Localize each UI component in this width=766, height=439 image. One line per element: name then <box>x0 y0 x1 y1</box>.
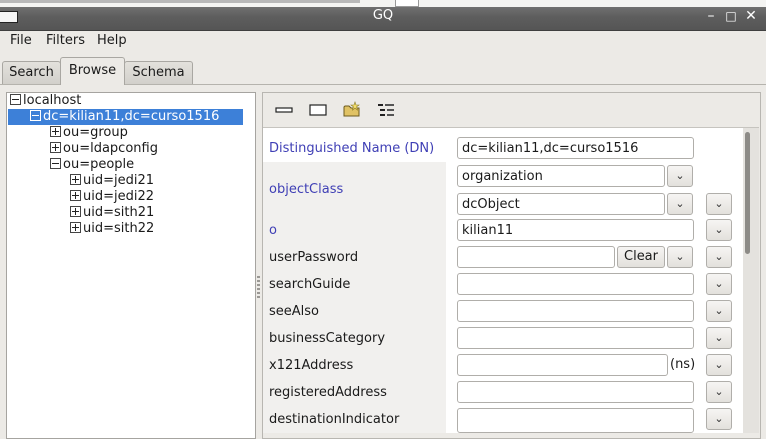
tree-node-ou-people[interactable]: ou=people <box>50 157 134 173</box>
menu-help[interactable]: Help <box>97 31 127 51</box>
userpassword-field[interactable] <box>457 246 615 268</box>
tree-node-uid-jedi22[interactable]: uid=jedi22 <box>70 189 154 205</box>
tree-node-localhost[interactable]: localhost <box>10 93 81 109</box>
clear-button[interactable]: Clear <box>617 246 665 268</box>
chevron-down-icon[interactable]: ⌄ <box>706 219 732 241</box>
new-folder-icon[interactable] <box>343 101 361 118</box>
pane-splitter-handle[interactable] <box>257 276 260 298</box>
expand-icon[interactable] <box>70 174 81 185</box>
scrollbar-thumb[interactable] <box>745 132 750 254</box>
seealso-field[interactable] <box>457 300 694 322</box>
expand-icon[interactable] <box>50 142 61 153</box>
x121address-field[interactable] <box>457 354 668 376</box>
objectclass-field-2[interactable]: dcObject <box>457 193 665 215</box>
chevron-down-icon[interactable]: ⌄ <box>667 246 693 268</box>
businesscategory-field[interactable] <box>457 327 694 349</box>
chevron-down-icon[interactable]: ⌄ <box>706 354 732 376</box>
tree-node-uid-sith22[interactable]: uid=sith22 <box>70 221 154 237</box>
expand-icon[interactable] <box>70 222 81 233</box>
o-field[interactable]: kilian11 <box>457 219 694 241</box>
menu-file[interactable]: File <box>10 31 32 51</box>
tree-node-uid-sith21[interactable]: uid=sith21 <box>70 205 154 221</box>
window-title: GQ <box>372 8 394 23</box>
dn-field[interactable]: dc=kilian11,dc=curso1516 <box>457 137 694 159</box>
background-window-strip <box>0 0 766 7</box>
chevron-down-icon[interactable]: ⌄ <box>706 246 732 268</box>
tree-node-uid-jedi21[interactable]: uid=jedi21 <box>70 173 154 189</box>
userpassword-label: userPassword <box>269 250 359 265</box>
maximize-icon[interactable]: □ <box>723 8 739 24</box>
menu-filters[interactable]: Filters <box>46 31 85 51</box>
chevron-down-icon[interactable]: ⌄ <box>706 381 732 403</box>
tree-node-label: uid=jedi22 <box>83 189 155 204</box>
tree-node-label: dc=kilian11,dc=curso1516 <box>43 109 220 124</box>
collapse-icon[interactable] <box>50 158 61 169</box>
tree-node-label: ou=people <box>63 157 135 172</box>
registeredaddress-field[interactable] <box>457 381 694 403</box>
seealso-label: seeAlso <box>269 304 320 319</box>
tree-node-label: ou=ldapconfig <box>63 141 158 156</box>
entry-toolbar <box>263 93 759 128</box>
chevron-down-icon[interactable]: ⌄ <box>706 300 732 322</box>
collapse-icon[interactable] <box>10 94 21 105</box>
minimize-icon[interactable]: – <box>703 8 719 24</box>
x121address-label: x121Address <box>269 358 354 373</box>
tree-node-ou-group[interactable]: ou=group <box>50 125 128 141</box>
chevron-down-icon[interactable]: ⌄ <box>667 193 693 215</box>
tree-node-label: uid=sith22 <box>83 221 155 236</box>
chevron-down-icon[interactable]: ⌄ <box>706 273 732 295</box>
businesscategory-label: businessCategory <box>269 331 386 346</box>
dash-icon[interactable] <box>275 103 293 117</box>
registeredaddress-label: registeredAddress <box>269 385 387 400</box>
chevron-down-icon[interactable]: ⌄ <box>706 193 732 215</box>
tree-node-label: localhost <box>23 93 82 108</box>
tree-node-label: ou=group <box>63 125 128 140</box>
searchguide-label: searchGuide <box>269 277 351 292</box>
close-icon[interactable]: ✕ <box>743 8 759 24</box>
chevron-down-icon[interactable]: ⌄ <box>706 327 732 349</box>
destinationindicator-label: destinationIndicator <box>269 412 400 427</box>
expand-icon[interactable] <box>70 206 81 217</box>
tree-node-ou-ldapconfig[interactable]: ou=ldapconfig <box>50 141 158 157</box>
expand-icon[interactable] <box>50 126 61 137</box>
searchguide-field[interactable] <box>457 273 694 295</box>
chevron-down-icon[interactable]: ⌄ <box>706 408 732 430</box>
tab-browse[interactable]: Browse <box>60 57 125 85</box>
tree-node-label: uid=sith21 <box>83 205 155 220</box>
tab-schema[interactable]: Schema <box>124 61 193 84</box>
objectclass-label: objectClass <box>269 182 344 197</box>
destinationindicator-field[interactable] <box>457 408 694 433</box>
expand-icon[interactable] <box>70 190 81 201</box>
collapse-icon[interactable] <box>30 110 41 121</box>
x121address-suffix: (ns) <box>670 357 696 372</box>
tree-node-selected-base[interactable]: dc=kilian11,dc=curso1516 <box>8 109 243 125</box>
list-icon[interactable] <box>377 102 395 118</box>
o-label: o <box>269 223 277 238</box>
chevron-down-icon[interactable]: ⌄ <box>667 165 693 187</box>
objectclass-field-1[interactable]: organization <box>457 165 665 187</box>
rectangle-icon[interactable] <box>309 103 327 117</box>
tree-node-label: uid=jedi21 <box>83 173 155 188</box>
tab-search[interactable]: Search <box>2 61 61 84</box>
dn-label: Distinguished Name (DN) <box>269 141 435 156</box>
